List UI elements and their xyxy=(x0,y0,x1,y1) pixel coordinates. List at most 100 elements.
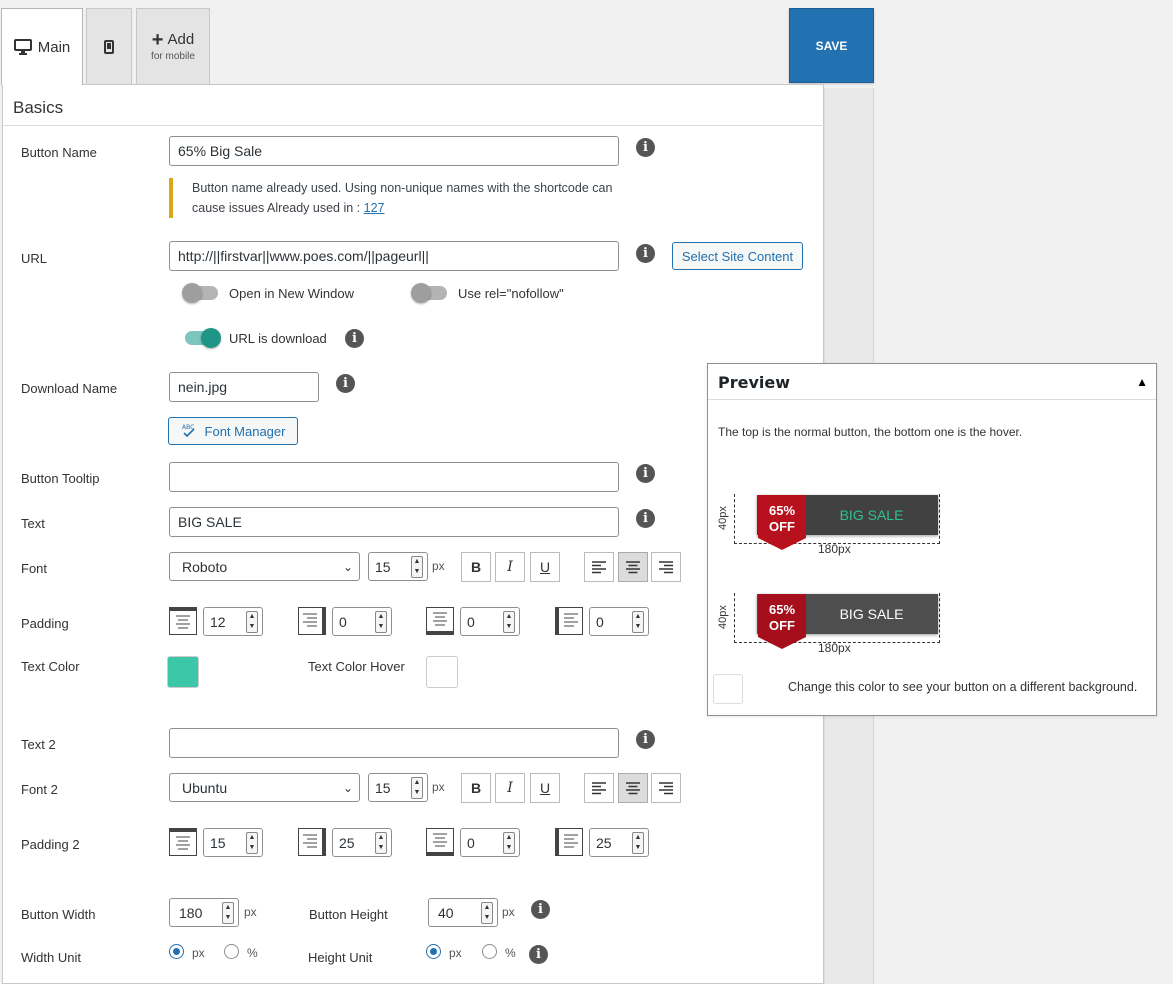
font2-select[interactable]: Ubuntu ⌄ xyxy=(169,773,360,802)
info-icon[interactable]: i xyxy=(345,329,364,348)
info-icon[interactable]: i xyxy=(636,509,655,528)
font-check-icon: ABC xyxy=(182,424,195,438)
bold-button[interactable]: B xyxy=(461,773,491,803)
italic-button[interactable]: I xyxy=(495,773,525,803)
bold-button[interactable]: B xyxy=(461,552,491,582)
align-left-button[interactable] xyxy=(584,552,614,582)
padding-label: Padding xyxy=(21,616,69,631)
height-unit-label: Height Unit xyxy=(308,950,373,965)
font-manager-button[interactable]: ABC Font Manager xyxy=(168,417,298,445)
button-width-input[interactable]: 180 ▲ ▼ xyxy=(169,898,239,927)
tooltip-input[interactable] xyxy=(169,462,619,492)
padding-left-icon xyxy=(555,607,583,635)
info-icon[interactable]: i xyxy=(636,244,655,263)
button-height-input[interactable]: 40 ▲ ▼ xyxy=(428,898,498,927)
button-name-input[interactable]: 65% Big Sale xyxy=(169,136,619,166)
width-unit-percent-radio[interactable] xyxy=(224,944,239,959)
font-size-input[interactable]: 15 ▲ ▼ xyxy=(368,552,428,581)
height-unit-px-radio[interactable] xyxy=(426,944,441,959)
new-window-toggle[interactable] xyxy=(182,283,218,303)
height-dimension: 40px xyxy=(717,506,729,530)
text2-input[interactable] xyxy=(169,728,619,758)
plus-icon: + xyxy=(151,28,164,51)
spinner[interactable]: ▲ ▼ xyxy=(411,556,423,578)
info-icon[interactable]: i xyxy=(531,900,550,919)
font-select[interactable]: Roboto ⌄ xyxy=(169,552,360,581)
download-name-input[interactable]: nein.jpg xyxy=(169,372,319,402)
ribbon-badge: 65%OFF xyxy=(758,495,806,550)
font2-size-unit: px xyxy=(432,780,445,794)
info-icon[interactable]: i xyxy=(529,945,548,964)
url-label: URL xyxy=(21,251,48,266)
spinner[interactable]: ▲ ▼ xyxy=(632,611,644,633)
spinner[interactable]: ▲ ▼ xyxy=(411,777,423,799)
font2-size-input[interactable]: 15 ▲ ▼ xyxy=(368,773,428,802)
spinner[interactable]: ▲ ▼ xyxy=(503,611,515,633)
align-right-button[interactable] xyxy=(651,552,681,582)
padding2-bottom-input[interactable]: 0 ▲ ▼ xyxy=(460,828,520,857)
text-color-swatch[interactable] xyxy=(167,656,199,688)
spinner[interactable]: ▲ ▼ xyxy=(481,902,493,924)
select-site-content-button[interactable]: Select Site Content xyxy=(672,242,803,270)
spinner[interactable]: ▲ ▼ xyxy=(375,832,387,854)
padding-top-icon xyxy=(169,607,197,635)
info-icon[interactable]: i xyxy=(636,464,655,483)
text-input[interactable]: BIG SALE xyxy=(169,507,619,537)
used-in-link[interactable]: 127 xyxy=(364,201,385,215)
tab-main[interactable]: Main xyxy=(1,8,83,85)
collapse-triangle-icon[interactable]: ▲ xyxy=(1136,375,1148,389)
tab-mobile[interactable] xyxy=(86,8,132,84)
padding-right-input[interactable]: 0 ▲ ▼ xyxy=(332,607,392,636)
padding2-top-input[interactable]: 15 ▲ ▼ xyxy=(203,828,263,857)
width-dimension: 180px xyxy=(818,641,851,655)
nofollow-label: Use rel="nofollow" xyxy=(458,286,564,301)
padding2-right-input[interactable]: 25 ▲ ▼ xyxy=(332,828,392,857)
duplicate-name-notice: Button name already used. Using non-uniq… xyxy=(169,178,639,218)
add-sublabel: for mobile xyxy=(151,51,195,62)
download-name-label: Download Name xyxy=(21,381,118,396)
save-button[interactable]: SAVE xyxy=(789,8,874,83)
url-input[interactable]: http://||firstvar||www.poes.com/||pageur… xyxy=(169,241,619,271)
preview-normal-text: BIG SALE xyxy=(839,507,904,523)
height-unit-percent-label: % xyxy=(505,946,516,960)
padding-bottom-input[interactable]: 0 ▲ ▼ xyxy=(460,607,520,636)
italic-button[interactable]: I xyxy=(495,552,525,582)
text-color-label: Text Color xyxy=(21,659,80,674)
nofollow-toggle[interactable] xyxy=(411,283,447,303)
tab-add-mobile[interactable]: + Add for mobile xyxy=(136,8,210,84)
text-color-hover-swatch[interactable] xyxy=(426,656,458,688)
spinner[interactable]: ▲ ▼ xyxy=(503,832,515,854)
ribbon-line2: OFF xyxy=(769,618,795,633)
height-unit-text: px xyxy=(502,905,515,919)
url-download-toggle[interactable] xyxy=(185,328,221,348)
spinner[interactable]: ▲ ▼ xyxy=(222,902,234,924)
padding-bottom-icon xyxy=(426,828,454,856)
padding-left-input[interactable]: 0 ▲ ▼ xyxy=(589,607,649,636)
width-unit-px-radio[interactable] xyxy=(169,944,184,959)
font-size-unit: px xyxy=(432,559,445,573)
background-color-label: Change this color to see your button on … xyxy=(788,680,1138,694)
underline-button[interactable]: U xyxy=(530,552,560,582)
align-right-button[interactable] xyxy=(651,773,681,803)
spinner[interactable]: ▲ ▼ xyxy=(246,611,258,633)
background-color-swatch[interactable] xyxy=(713,674,743,704)
spinner[interactable]: ▲ ▼ xyxy=(632,832,644,854)
ribbon-line1: 65% xyxy=(769,503,795,518)
spinner[interactable]: ▲ ▼ xyxy=(375,611,387,633)
width-unit-px-label: px xyxy=(192,946,205,960)
main-panel: Basics Button Name 65% Big Sale i Button… xyxy=(2,84,825,984)
info-icon[interactable]: i xyxy=(636,730,655,749)
button-width-label: Button Width xyxy=(21,907,96,922)
info-icon[interactable]: i xyxy=(636,138,655,157)
align-center-button[interactable] xyxy=(618,552,648,582)
height-unit-percent-radio[interactable] xyxy=(482,944,497,959)
desktop-icon xyxy=(13,39,32,55)
padding-top-input[interactable]: 12 ▲ ▼ xyxy=(203,607,263,636)
padding2-left-input[interactable]: 25 ▲ ▼ xyxy=(589,828,649,857)
align-left-button[interactable] xyxy=(584,773,614,803)
spinner[interactable]: ▲ ▼ xyxy=(246,832,258,854)
align-center-button[interactable] xyxy=(618,773,648,803)
ribbon-line1: 65% xyxy=(769,602,795,617)
info-icon[interactable]: i xyxy=(336,374,355,393)
underline-button[interactable]: U xyxy=(530,773,560,803)
